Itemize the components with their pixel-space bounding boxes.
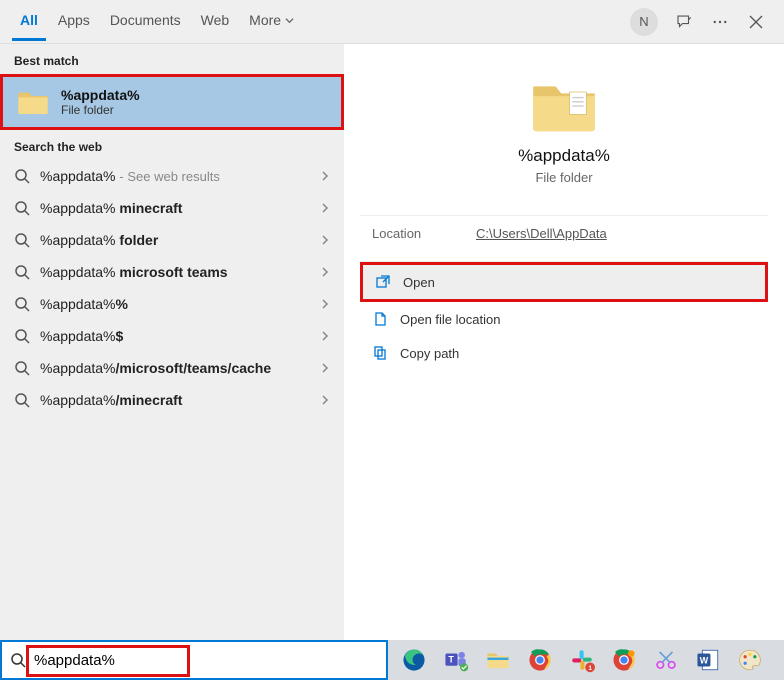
web-suggestion[interactable]: %appdata%/microsoft/teams/cache — [0, 352, 344, 384]
taskbar-app-edge[interactable] — [394, 640, 434, 680]
results-list: Best match %appdata% File folder Search … — [0, 44, 344, 640]
taskbar-app-chrome[interactable] — [520, 640, 560, 680]
web-suggestion[interactable]: %appdata% microsoft teams — [0, 256, 344, 288]
suggestion-text: %appdata%$ — [40, 328, 310, 344]
web-suggestion[interactable]: %appdata%/minecraft — [0, 384, 344, 416]
ellipsis-icon — [711, 13, 729, 31]
folder-icon — [17, 88, 49, 116]
preview-title: %appdata% — [360, 146, 768, 166]
chevron-right-icon — [320, 328, 330, 344]
taskbar-app-teams[interactable]: T — [436, 640, 476, 680]
tab-more-label: More — [249, 12, 281, 28]
location-link[interactable]: C:\Users\Dell\AppData — [476, 226, 607, 241]
section-best-match: Best match — [0, 44, 344, 74]
taskbar-search-input[interactable] — [34, 652, 378, 669]
taskbar-app-word[interactable]: W — [688, 640, 728, 680]
taskbar-app-slack[interactable]: 1 — [562, 640, 602, 680]
feedback-button[interactable] — [668, 6, 700, 38]
folder-icon — [530, 78, 598, 134]
web-suggestion[interactable]: %appdata% - See web results — [0, 160, 344, 192]
search-icon — [14, 360, 30, 376]
preview-pane: %appdata% File folder Location C:\Users\… — [344, 44, 784, 640]
taskbar: T 1 W — [0, 640, 784, 680]
tab-web[interactable]: Web — [193, 2, 238, 41]
taskbar-search-box[interactable] — [0, 640, 388, 680]
web-suggestion[interactable]: %appdata%% — [0, 288, 344, 320]
action-open-location-label: Open file location — [400, 312, 500, 327]
taskbar-app-explorer[interactable] — [478, 640, 518, 680]
tab-all[interactable]: All — [12, 2, 46, 41]
search-icon — [14, 232, 30, 248]
action-copy-path-label: Copy path — [400, 346, 459, 361]
more-options-button[interactable] — [704, 6, 736, 38]
preview-subtitle: File folder — [360, 170, 768, 185]
close-button[interactable] — [740, 6, 772, 38]
copy-icon — [372, 345, 388, 361]
svg-text:T: T — [448, 654, 454, 664]
suggestion-text: %appdata% minecraft — [40, 200, 310, 216]
search-icon — [14, 392, 30, 408]
chevron-right-icon — [320, 296, 330, 312]
chevron-right-icon — [320, 360, 330, 376]
search-icon — [14, 296, 30, 312]
file-location-icon — [372, 311, 388, 327]
best-match-title: %appdata% — [61, 87, 140, 103]
tab-more[interactable]: More — [241, 2, 302, 41]
taskbar-app-snip[interactable] — [646, 640, 686, 680]
search-icon — [10, 652, 26, 668]
suggestion-text: %appdata% folder — [40, 232, 310, 248]
chevron-right-icon — [320, 168, 330, 184]
tab-apps[interactable]: Apps — [50, 2, 98, 41]
taskbar-app-paint[interactable] — [730, 640, 770, 680]
suggestion-text: %appdata%% — [40, 296, 310, 312]
svg-text:W: W — [700, 655, 709, 665]
close-icon — [749, 15, 763, 29]
location-label: Location — [372, 226, 452, 241]
web-suggestion[interactable]: %appdata% minecraft — [0, 192, 344, 224]
suggestion-text: %appdata%/microsoft/teams/cache — [40, 360, 310, 376]
action-open-label: Open — [403, 275, 435, 290]
search-icon — [14, 264, 30, 280]
chevron-right-icon — [320, 392, 330, 408]
location-row: Location C:\Users\Dell\AppData — [360, 215, 768, 251]
action-open[interactable]: Open — [360, 262, 768, 302]
chevron-down-icon — [285, 16, 294, 25]
user-avatar[interactable]: N — [630, 8, 658, 36]
suggestion-text: %appdata% - See web results — [40, 168, 310, 184]
chevron-right-icon — [320, 264, 330, 280]
best-match-result[interactable]: %appdata% File folder — [0, 74, 344, 130]
search-icon — [14, 168, 30, 184]
action-open-location[interactable]: Open file location — [360, 302, 768, 336]
suggestion-text: %appdata% microsoft teams — [40, 264, 310, 280]
svg-text:1: 1 — [588, 665, 592, 672]
best-match-subtitle: File folder — [61, 103, 140, 117]
suggestion-text: %appdata%/minecraft — [40, 392, 310, 408]
chevron-right-icon — [320, 200, 330, 216]
search-icon — [14, 328, 30, 344]
web-suggestion[interactable]: %appdata%$ — [0, 320, 344, 352]
taskbar-pinned-apps: T 1 W — [388, 640, 776, 680]
action-copy-path[interactable]: Copy path — [360, 336, 768, 370]
web-suggestion[interactable]: %appdata% folder — [0, 224, 344, 256]
search-icon — [14, 200, 30, 216]
open-icon — [375, 274, 391, 290]
taskbar-app-chrome-2[interactable] — [604, 640, 644, 680]
section-search-web: Search the web — [0, 130, 344, 160]
tab-documents[interactable]: Documents — [102, 2, 189, 41]
filter-tabs: All Apps Documents Web More N — [0, 0, 784, 44]
search-results-panel: All Apps Documents Web More N Best match — [0, 0, 784, 640]
chevron-right-icon — [320, 232, 330, 248]
